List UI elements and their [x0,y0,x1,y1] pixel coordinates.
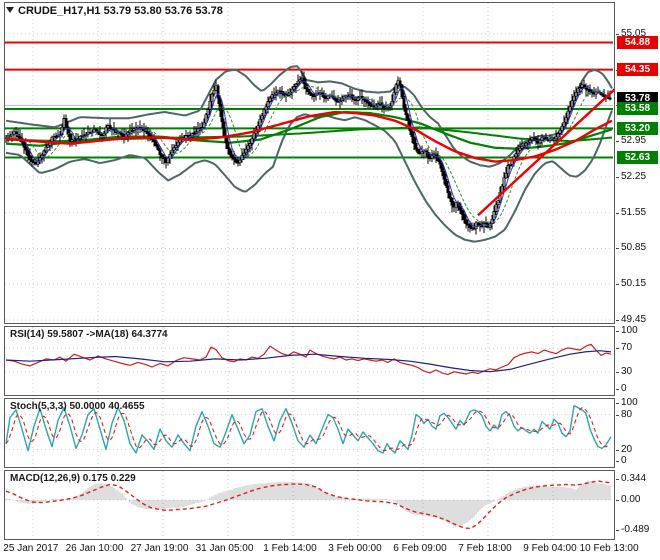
x-axis-label: 6 Feb 09:00 [393,543,447,554]
x-axis-label: 25 Jan 2017 [3,543,59,554]
price-badge-53.20: 53.20 [617,121,658,135]
axis-tickmark [616,284,619,286]
y-axis-tick: 0.344 [621,473,647,485]
chart-title: CRUDE_H17,H1 53.79 53.80 53.76 53.78 [18,5,223,17]
thin-green-dashed-ma [5,85,611,227]
axis-tickmark [616,176,619,178]
y-axis-tick: 49.45 [621,314,647,326]
y-axis-tick: 50.15 [621,278,647,290]
y-axis-tick: 50.85 [621,242,647,254]
axis-tickmark [616,33,619,35]
x-axis-label: 27 Jan 19:00 [130,543,189,554]
y-axis-tick: 0 [621,455,627,467]
axis-tickmark [616,449,619,451]
axis-tickmark [616,389,619,391]
macd-panel[interactable]: MACD(12,26,9) 0.175 0.229 [4,470,615,540]
x-axis-label: 31 Jan 05:00 [195,543,254,554]
y-axis-tick: 52.95 [621,135,647,147]
price-axis[interactable]: 55.0554.3553.6552.9552.2551.5550.8550.15… [616,0,660,540]
axis-tickmark [616,348,619,350]
axis-tickmark [616,402,619,404]
axis-tickmark [616,141,619,143]
y-axis-tick: -0.489 [621,523,650,535]
stochastic-panel[interactable]: Stoch(5,3,3) 50.0000 40.4655 [4,398,615,468]
axis-tickmark [616,248,619,250]
time-axis[interactable]: 25 Jan 2017 26 Jan 10:00 27 Jan 19:00 31 Ja… [0,540,660,560]
y-axis-tick: 70 [621,342,633,354]
price-badge-53.58: 53.58 [617,102,658,116]
chart-window: CRUDE_H17,H1 53.79 53.80 53.76 53.78 RSI… [0,0,660,560]
axis-tickmark [616,330,619,332]
axis-tickmark [616,212,619,214]
axis-tickmark [616,479,619,481]
macd-histogram [5,480,611,527]
x-axis-label: 26 Jan 10:00 [65,543,124,554]
y-axis-tick: 0.00 [621,494,641,506]
price-badge-54.88: 54.88 [617,36,658,49]
candlesticks [5,71,612,235]
macd-canvas[interactable] [5,471,614,539]
x-axis-label: 1 Feb 14:00 [263,543,317,554]
axis-tickmark [616,529,619,531]
y-axis-tick: 80 [621,408,633,420]
rsi-canvas[interactable] [5,327,614,395]
axis-tickmark [616,461,619,463]
price-badge-54.35: 54.35 [617,63,658,77]
x-axis-label: 3 Feb 00:00 [328,543,382,554]
red-ma [5,110,613,163]
x-axis-label: 10 Feb 13:00 [579,543,639,554]
y-axis-tick: 100 [621,396,638,408]
main-chart-panel[interactable] [4,2,615,324]
rsi-panel[interactable]: RSI(14) 59.5807 ->MA(18) 64.3774 [4,326,615,396]
rsi-line [5,343,612,376]
y-axis-tick: 30 [621,365,633,377]
x-axis-label: 9 Feb 04:00 [523,543,577,554]
thin-blue-ma [5,80,611,228]
price-badge-52.63: 52.63 [617,151,658,164]
axis-tickmark [616,371,619,373]
price-chart-canvas[interactable] [5,3,614,323]
y-axis-tick: 0 [621,383,627,395]
axis-tickmark [616,500,619,502]
symbol-dropdown-icon[interactable] [6,7,14,13]
axis-tickmark [616,414,619,416]
y-axis-tick: 52.25 [621,170,647,182]
y-axis-tick: 100 [621,324,638,336]
x-axis-label: 7 Feb 18:00 [458,543,512,554]
y-axis-tick: 51.55 [621,206,647,218]
y-axis-tick: 20 [621,443,633,455]
stochastic-canvas[interactable] [5,399,614,467]
axis-tickmark [616,320,619,322]
